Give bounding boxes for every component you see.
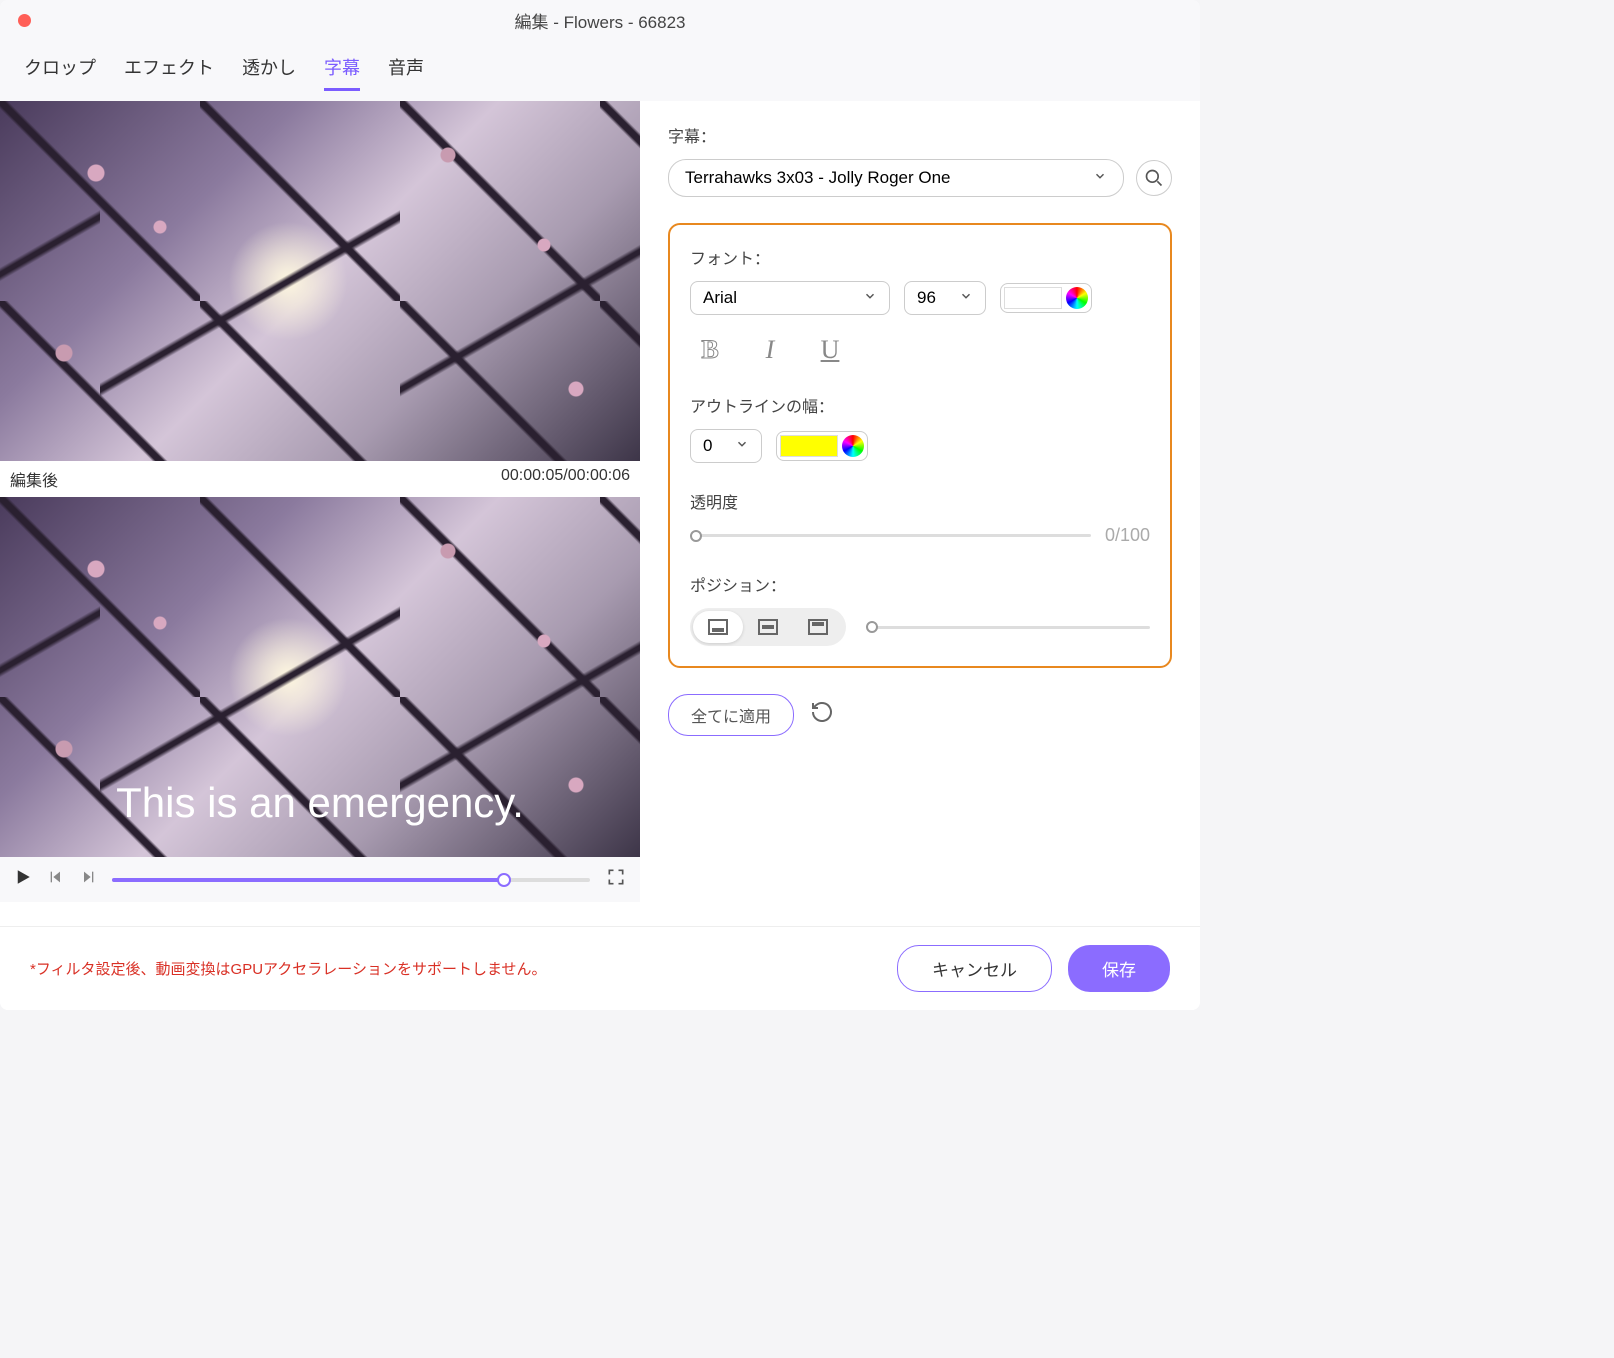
footer: *フィルタ設定後、動画変換はGPUアクセラレーションをサポートしません。 キャン… (0, 926, 1200, 1010)
color-wheel-icon (1066, 287, 1088, 309)
progress-thumb[interactable] (497, 873, 511, 887)
opacity-slider-thumb[interactable] (690, 530, 702, 542)
position-slider-thumb[interactable] (866, 621, 878, 633)
tab-audio[interactable]: 音声 (388, 54, 424, 91)
font-color-picker[interactable] (1000, 283, 1092, 313)
tab-subtitle[interactable]: 字幕 (324, 54, 360, 91)
position-label: ポジション： (690, 572, 1150, 596)
opacity-slider[interactable] (690, 534, 1091, 537)
preview-original (0, 101, 640, 461)
apply-all-button[interactable]: 全てに適用 (668, 694, 794, 736)
font-family-select[interactable]: Arial (690, 281, 890, 315)
tab-effect[interactable]: エフェクト (124, 54, 214, 91)
opacity-value: 0/100 (1105, 525, 1150, 546)
outline-width-select[interactable]: 0 (690, 429, 762, 463)
chevron-down-icon (959, 288, 973, 308)
preview-info-bar: 編集後 00:00:05/00:00:06 (0, 461, 640, 497)
reset-icon (810, 700, 834, 724)
preview-after-label: 編集後 (10, 467, 58, 491)
footer-warning: *フィルタ設定後、動画変換はGPUアクセラレーションをサポートしません。 (30, 958, 547, 979)
align-bottom-icon (708, 619, 728, 635)
player-controls (0, 857, 640, 902)
chevron-down-icon (863, 288, 877, 308)
close-window-button[interactable] (18, 14, 31, 27)
font-settings-panel: フォント： Arial 96 B (668, 223, 1172, 668)
tab-watermark[interactable]: 透かし (242, 54, 296, 91)
tab-bar: クロップ エフェクト 透かし 字幕 音声 (0, 40, 1200, 101)
subtitle-file-value: Terrahawks 3x03 - Jolly Roger One (685, 168, 951, 188)
font-label: フォント： (690, 245, 1150, 269)
subtitle-file-dropdown[interactable]: Terrahawks 3x03 - Jolly Roger One (668, 159, 1124, 197)
titlebar: 編集 - Flowers - 66823 (0, 0, 1200, 40)
next-frame-button[interactable] (80, 869, 96, 890)
position-bottom-button[interactable] (693, 611, 743, 643)
fullscreen-button[interactable] (606, 867, 626, 892)
underline-button[interactable]: U (816, 335, 844, 365)
position-slider[interactable] (866, 626, 1150, 629)
subtitle-section-label: 字幕： (668, 123, 1172, 147)
search-icon (1144, 168, 1164, 188)
font-color-swatch (1004, 287, 1062, 309)
chevron-down-icon (1093, 168, 1107, 188)
cancel-button[interactable]: キャンセル (897, 945, 1052, 992)
subtitle-overlay-text: This is an emergency. (116, 779, 524, 827)
font-size-select[interactable]: 96 (904, 281, 986, 315)
prev-frame-button[interactable] (48, 869, 64, 890)
preview-timecode: 00:00:05/00:00:06 (501, 467, 630, 491)
settings-pane: 字幕： Terrahawks 3x03 - Jolly Roger One フォ… (640, 101, 1200, 926)
outline-width-value: 0 (703, 436, 712, 456)
font-size-value: 96 (917, 288, 936, 308)
position-middle-button[interactable] (743, 611, 793, 643)
position-toggle (690, 608, 846, 646)
opacity-label: 透明度 (690, 489, 1150, 513)
preview-edited: This is an emergency. (0, 497, 640, 857)
outline-color-picker[interactable] (776, 431, 868, 461)
playback-progress[interactable] (112, 878, 590, 882)
outline-color-swatch (780, 435, 838, 457)
play-button[interactable] (14, 868, 32, 891)
bold-button[interactable]: B (696, 335, 724, 365)
subtitle-search-button[interactable] (1136, 160, 1172, 196)
tab-crop[interactable]: クロップ (24, 54, 96, 91)
position-top-button[interactable] (793, 611, 843, 643)
reset-button[interactable] (810, 700, 840, 730)
save-button[interactable]: 保存 (1068, 945, 1170, 992)
font-family-value: Arial (703, 288, 737, 308)
outline-label: アウトラインの幅： (690, 393, 1150, 417)
align-top-icon (808, 619, 828, 635)
align-middle-icon (758, 619, 778, 635)
preview-pane: 編集後 00:00:05/00:00:06 This is an emergen… (0, 101, 640, 926)
chevron-down-icon (735, 436, 749, 456)
color-wheel-icon (842, 435, 864, 457)
window-title: 編集 - Flowers - 66823 (515, 8, 686, 33)
italic-button[interactable]: I (756, 335, 784, 365)
